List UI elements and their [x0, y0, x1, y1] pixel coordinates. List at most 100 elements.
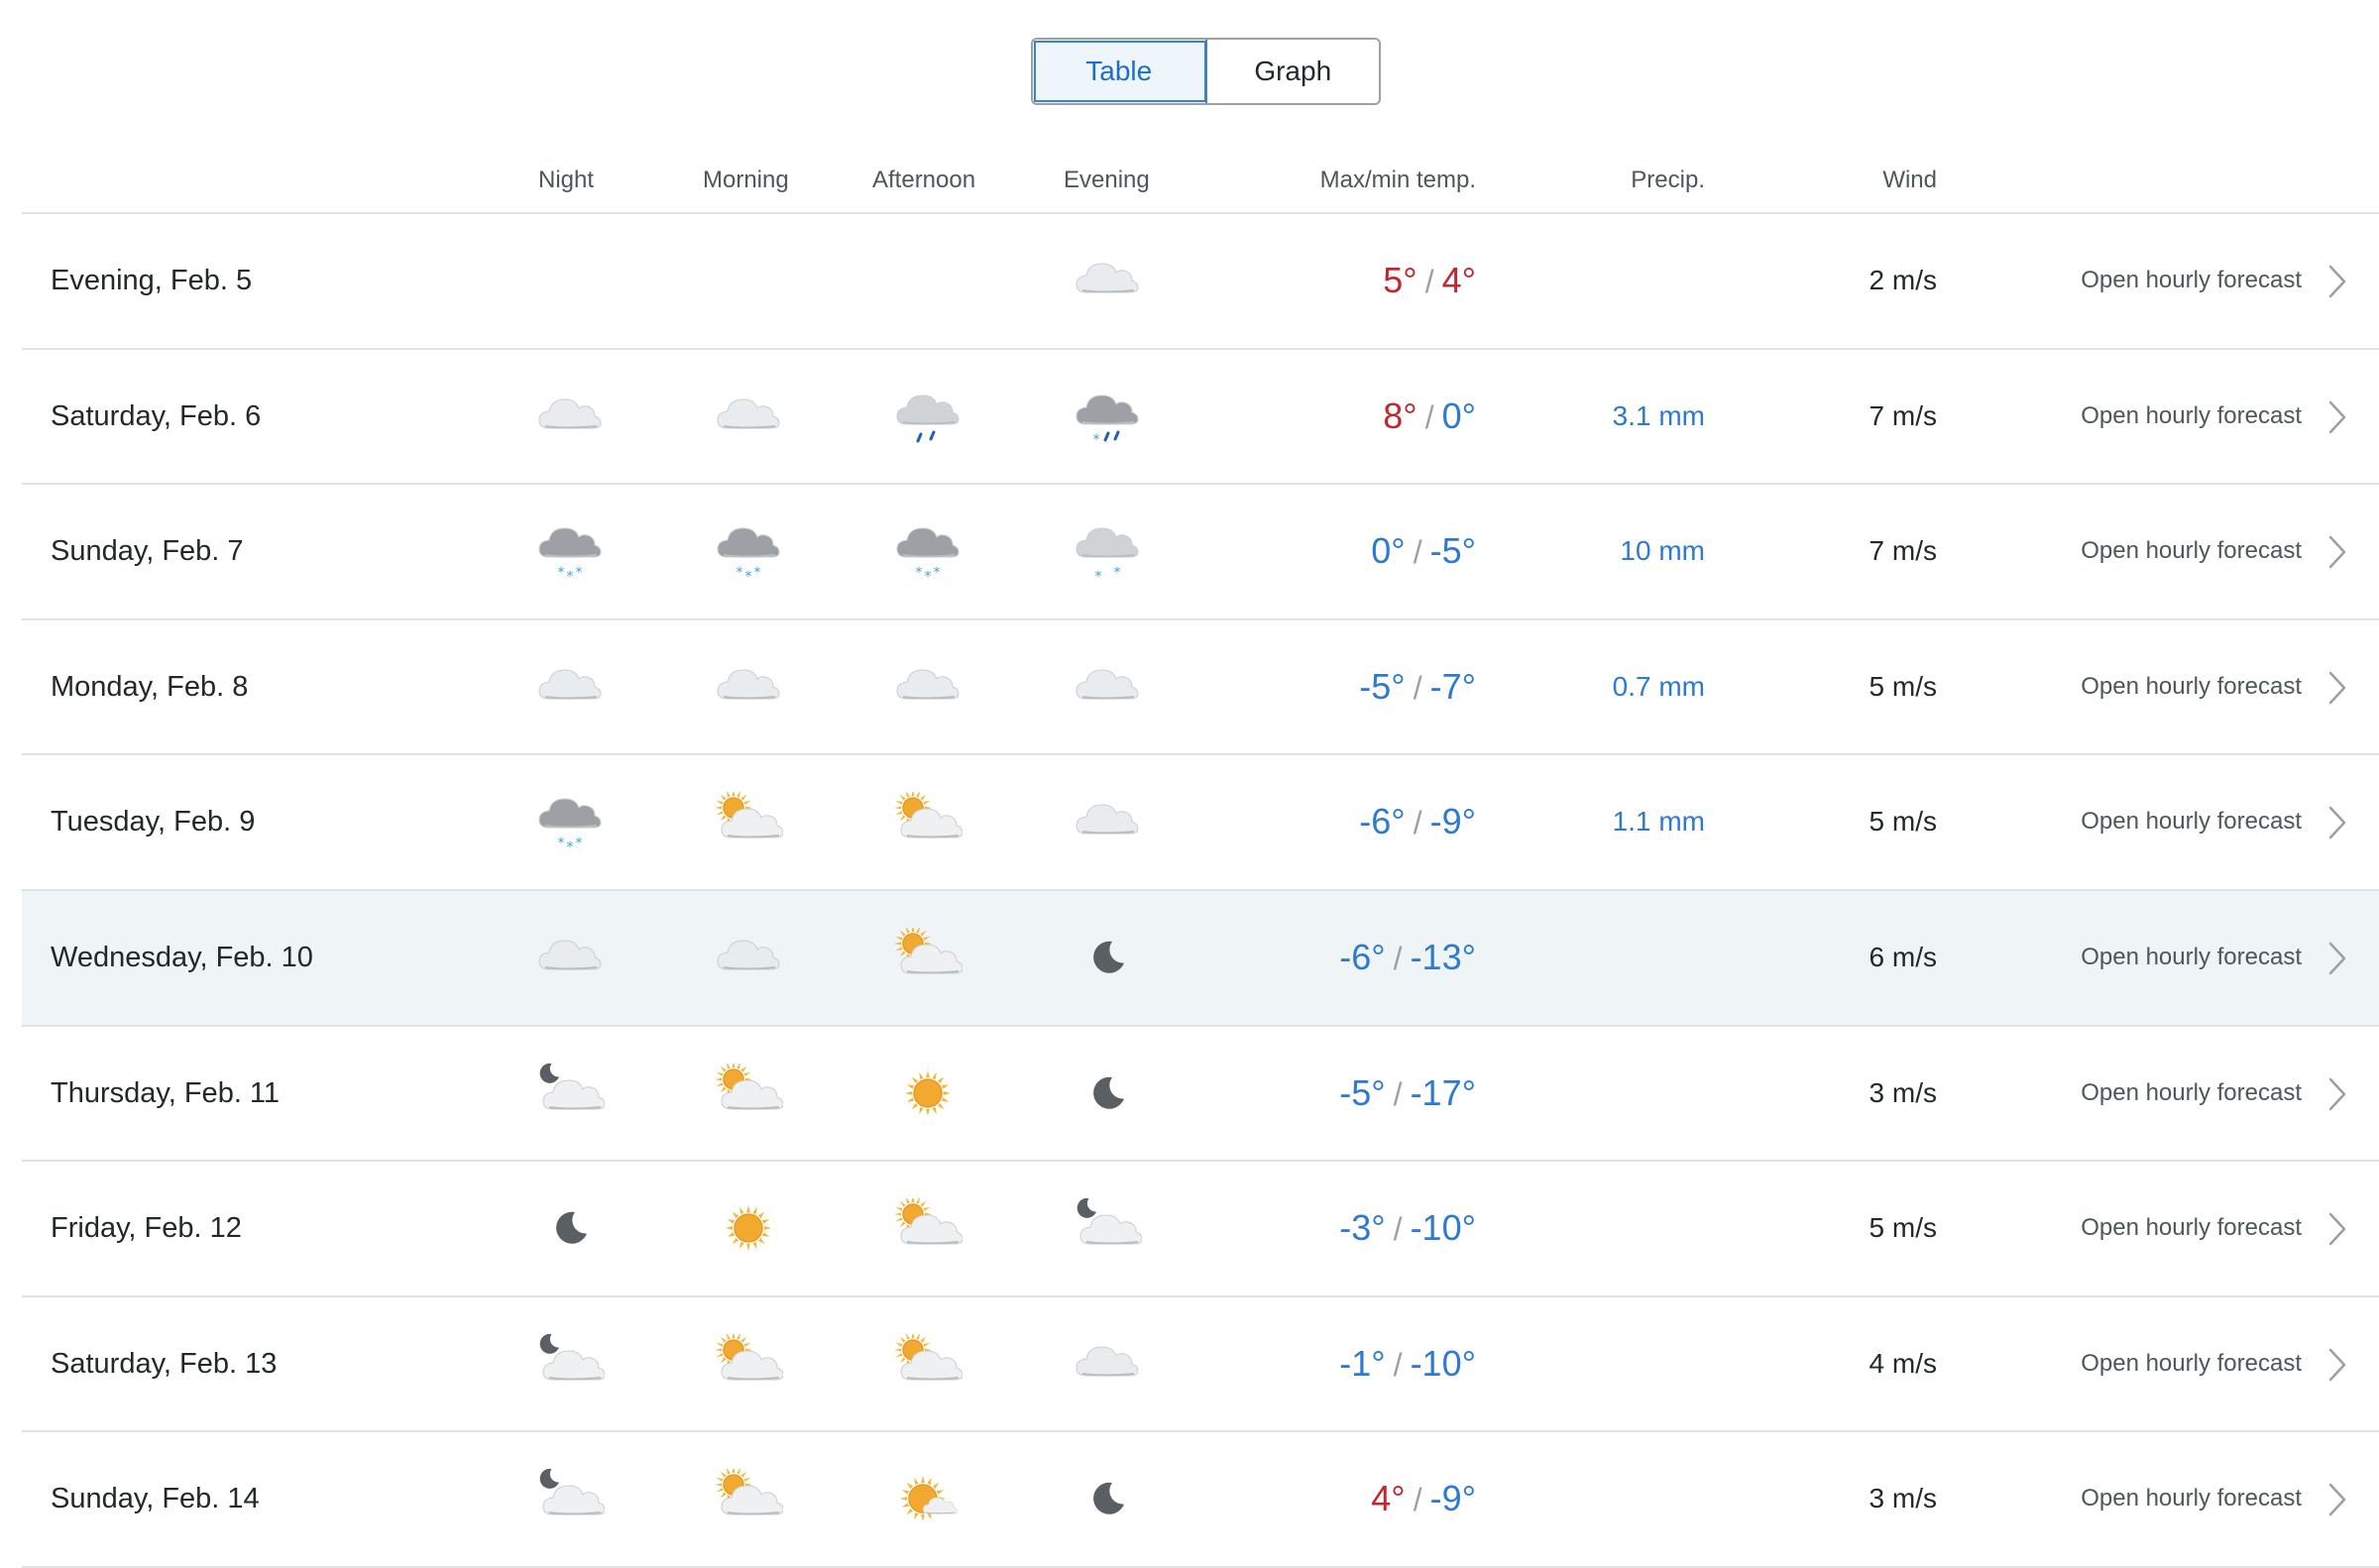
min-temperature: -13° [1410, 936, 1476, 977]
open-hourly-forecast-link[interactable]: Open hourly forecast [2081, 620, 2302, 753]
snow-icon: * * * [896, 527, 960, 581]
chevron-right-icon[interactable] [2322, 1482, 2351, 1517]
temperature-separator: / [1393, 940, 1403, 976]
light-rain-icon [896, 394, 960, 443]
max-min-temperature: -1° / -10° [1339, 1297, 1476, 1431]
max-temperature: -5° [1339, 1071, 1386, 1113]
max-min-temperature: -6° / -9° [1359, 755, 1476, 889]
cloudy-icon [717, 669, 780, 700]
svg-text:*: * [1114, 565, 1121, 581]
svg-text:*: * [576, 836, 583, 851]
min-temperature: -9° [1429, 801, 1476, 842]
max-temperature: -1° [1339, 1342, 1386, 1384]
row-date: Wednesday, Feb. 10 [51, 941, 313, 973]
precipitation: 0.7 mm [1612, 670, 1705, 702]
open-hourly-forecast-link[interactable]: Open hourly forecast [2081, 891, 2302, 1024]
partly-cloudy-day-icon [715, 1469, 783, 1515]
max-min-temperature: 5°/4° [1383, 214, 1476, 348]
forecast-row[interactable]: Tuesday, Feb. 9 * * * -6° / -9° 1.1 mm 5 m/s Op… [22, 755, 2379, 891]
partly-cloudy-day-icon [715, 792, 783, 839]
forecast-row[interactable]: Monday, Feb. 8 -5° / -7° 0.7 mm 5 m/s Open ho… [22, 620, 2379, 756]
column-evening: Evening [1064, 167, 1150, 193]
min-temperature: 4° [1441, 260, 1476, 300]
precipitation: 1.1 mm [1612, 806, 1705, 838]
open-hourly-forecast-link[interactable]: Open hourly forecast [2081, 1162, 2302, 1294]
row-date: Saturday, Feb. 6 [51, 399, 262, 432]
partly-cloudy-day-icon [894, 1333, 963, 1381]
temperature-separator: / [1413, 669, 1422, 706]
forecast-row[interactable]: Thursday, Feb. 11 -5° / -17° 3 m/s Open hour… [22, 1027, 2379, 1163]
view-toggle: Table Graph [1031, 38, 1381, 105]
chevron-right-icon[interactable] [2322, 805, 2351, 840]
forecast-row[interactable]: Friday, Feb. 12 -3° / -10° 5 m/s Open hourly… [22, 1162, 2379, 1297]
chevron-right-icon[interactable] [2322, 534, 2351, 570]
open-hourly-forecast-link[interactable]: Open hourly forecast [2081, 485, 2302, 617]
graph-view-button[interactable]: Graph [1206, 40, 1379, 103]
svg-text:*: * [934, 565, 941, 581]
table-view-button[interactable]: Table [1033, 40, 1207, 103]
min-temperature: -7° [1429, 665, 1476, 707]
max-temperature: -6° [1339, 936, 1386, 977]
max-min-temperature: -3° / -10° [1339, 1162, 1476, 1295]
max-min-temperature: -5° / -7° [1359, 620, 1476, 754]
min-temperature: -17° [1410, 1071, 1476, 1113]
clear-night-icon [1093, 941, 1124, 973]
chevron-right-icon[interactable] [2322, 670, 2351, 706]
column-precip: Precip. [1631, 167, 1705, 193]
row-date: Thursday, Feb. 11 [51, 1076, 281, 1109]
svg-text:*: * [576, 565, 583, 581]
temperature-separator: / [1393, 1346, 1403, 1383]
row-date: Sunday, Feb. 14 [51, 1483, 260, 1515]
svg-text:*: * [567, 569, 574, 581]
cloudy-icon [1076, 263, 1139, 293]
max-min-temperature: 8°/0° [1383, 350, 1476, 484]
open-hourly-forecast-link[interactable]: Open hourly forecast [2081, 1027, 2302, 1160]
forecast-row[interactable]: Sunday, Feb. 14 4° / -9° 3 m/s Open hourly f… [22, 1432, 2379, 1568]
cloudy-icon [1076, 669, 1139, 700]
temperature-separator: / [1424, 398, 1434, 435]
wind-speed: 3 m/s [1869, 1076, 1937, 1108]
wind-speed: 4 m/s [1869, 1347, 1937, 1379]
chevron-right-icon[interactable] [2322, 1211, 2351, 1247]
max-temperature: -6° [1359, 801, 1406, 842]
cloudy-icon [896, 669, 960, 700]
chevron-right-icon[interactable] [2322, 264, 2351, 299]
clear-night-icon [1093, 1076, 1124, 1109]
clear-night-icon [1093, 1483, 1124, 1515]
light-snow-icon: * * [1076, 527, 1139, 581]
chevron-right-icon[interactable] [2322, 941, 2351, 976]
chevron-right-icon[interactable] [2322, 399, 2351, 435]
column-afternoon: Afternoon [872, 167, 976, 193]
partly-cloudy-day-icon [894, 1198, 963, 1245]
svg-text:*: * [925, 569, 932, 581]
table-header: Night Morning Afternoon Evening Max/min … [22, 149, 2379, 214]
open-hourly-forecast-link[interactable]: Open hourly forecast [2081, 350, 2302, 483]
open-hourly-forecast-link[interactable]: Open hourly forecast [2081, 1432, 2302, 1565]
svg-text:*: * [1095, 569, 1102, 581]
row-date: Monday, Feb. 8 [51, 670, 249, 703]
forecast-row[interactable]: Evening, Feb. 5 5°/4° 2 m/s Open hourly fo… [22, 214, 2379, 350]
min-temperature: -10° [1410, 1342, 1476, 1384]
open-hourly-forecast-link[interactable]: Open hourly forecast [2081, 1297, 2302, 1430]
forecast-row[interactable]: Sunday, Feb. 7 * * * * * * * * * * * 0° / -5° 10 mm… [22, 485, 2379, 620]
partly-cloudy-night-icon [1076, 1198, 1142, 1245]
forecast-row[interactable]: Wednesday, Feb. 10 -6° / -13° 6 m/s Open hou… [22, 890, 2379, 1027]
cloudy-icon [717, 398, 780, 429]
partly-cloudy-night-icon [539, 1063, 605, 1110]
wind-speed: 5 m/s [1869, 806, 1937, 838]
forecast-row[interactable]: Saturday, Feb. 13 -1° / -10° 4 m/s Open hour… [22, 1297, 2379, 1433]
row-date: Saturday, Feb. 13 [51, 1347, 278, 1380]
forecast-row[interactable]: Saturday, Feb. 6 * 8°/0° 3.1 mm 7 m/s Open h… [22, 350, 2379, 486]
chevron-right-icon[interactable] [2322, 1347, 2351, 1383]
open-hourly-forecast-link[interactable]: Open hourly forecast [2081, 214, 2302, 347]
column-morning: Morning [703, 167, 789, 193]
max-temperature: -5° [1359, 665, 1406, 707]
min-temperature: 0° [1441, 394, 1476, 436]
column-night: Night [538, 167, 595, 193]
wind-speed: 6 m/s [1869, 941, 1937, 972]
sleet-icon: * [1076, 394, 1139, 446]
partly-cloudy-day-icon [715, 1333, 783, 1381]
chevron-right-icon[interactable] [2322, 1076, 2351, 1112]
svg-text:*: * [567, 840, 574, 851]
open-hourly-forecast-link[interactable]: Open hourly forecast [2081, 755, 2302, 888]
